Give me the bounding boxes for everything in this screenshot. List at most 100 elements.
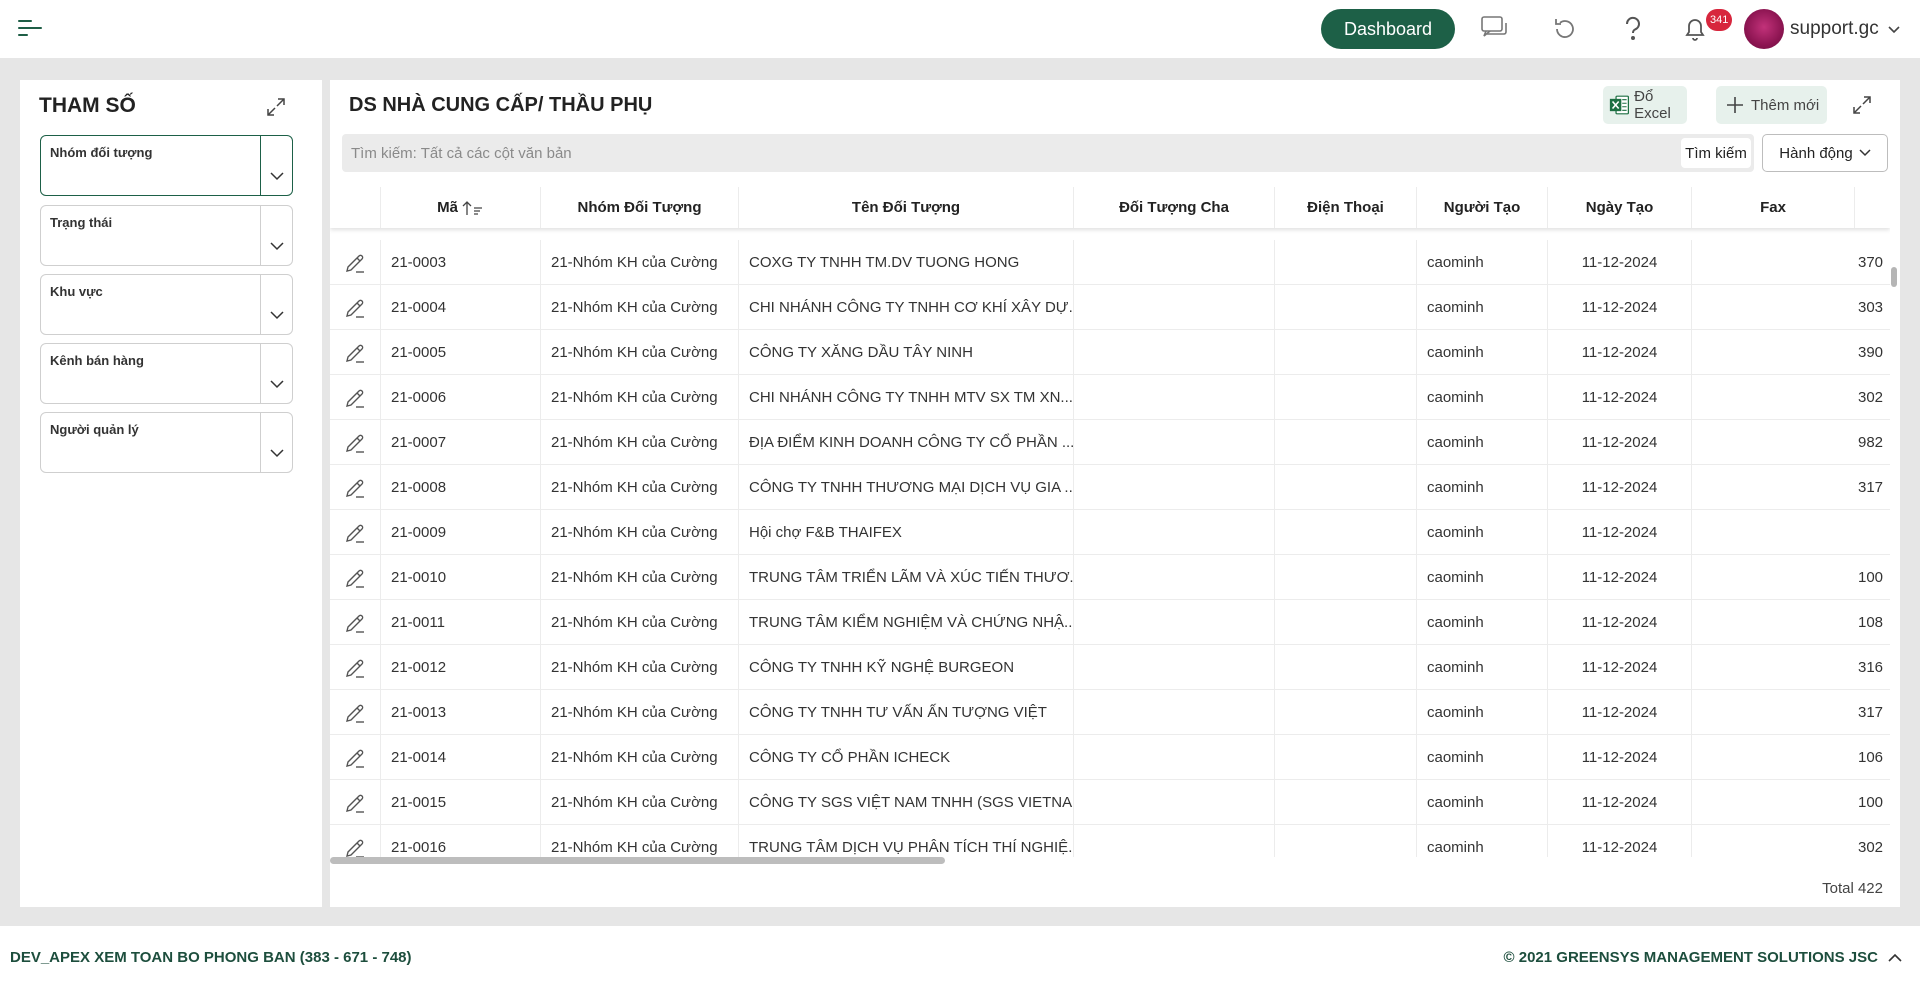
expand-icon[interactable] [265, 96, 287, 118]
cell-doi-tuong-cha [1074, 240, 1275, 285]
table-row[interactable]: 21-0008 21-Nhóm KH của Cường CÔNG TY TNHH … [330, 465, 1890, 510]
cell-fax: 302 [1858, 389, 1884, 406]
edit-icon[interactable] [330, 510, 381, 555]
hamburger-menu-icon[interactable] [18, 20, 42, 38]
edit-icon[interactable] [330, 780, 381, 825]
edit-icon[interactable] [330, 690, 381, 735]
cell-nhom-doi-tuong: 21-Nhóm KH của Cường [541, 330, 739, 375]
cell-dien-thoai [1275, 600, 1417, 645]
user-menu[interactable]: support.gc [1790, 18, 1900, 40]
edit-icon[interactable] [330, 600, 381, 645]
column-header-nguoi-tao[interactable]: Người Tạo [1417, 187, 1548, 228]
filter-kenh-ban-hang[interactable]: Kênh bán hàng [40, 343, 293, 404]
help-icon[interactable] [1618, 14, 1648, 44]
table-row[interactable]: 21-0005 21-Nhóm KH của Cường CÔNG TY XĂNG … [330, 330, 1890, 375]
edit-icon[interactable] [330, 465, 381, 510]
edit-icon[interactable] [330, 240, 381, 285]
column-header-fax[interactable]: Fax [1692, 187, 1855, 228]
export-excel-button[interactable]: Đổ Excel [1603, 86, 1687, 124]
avatar[interactable] [1744, 9, 1784, 49]
table-row[interactable]: 21-0006 21-Nhóm KH của Cường CHI NHÁNH CÔN… [330, 375, 1890, 420]
cell-doi-tuong-cha [1074, 780, 1275, 825]
column-header-doi-tuong-cha[interactable]: Đối Tượng Cha [1074, 187, 1275, 228]
vertical-scrollbar[interactable] [1891, 267, 1897, 287]
cell-fax [1692, 510, 1890, 555]
cell-doi-tuong-cha [1074, 375, 1275, 420]
edit-icon[interactable] [330, 825, 381, 857]
cell-fax: 317 [1858, 479, 1884, 496]
chevron-down-icon [269, 242, 284, 251]
edit-icon[interactable] [330, 555, 381, 600]
cell-nguoi-tao: caominh [1417, 825, 1548, 857]
table-row[interactable]: 21-0003 21-Nhóm KH của Cường COXG TY TNHH … [330, 240, 1890, 285]
actions-menu-button[interactable]: Hành động [1762, 134, 1888, 172]
cell-fax: 108 [1858, 614, 1884, 631]
table-row[interactable]: 21-0010 21-Nhóm KH của Cường TRUNG TÂM TRI… [330, 555, 1890, 600]
table-row[interactable]: 21-0016 21-Nhóm KH của Cường TRUNG TÂM DỊC… [330, 825, 1890, 857]
table-row[interactable]: 21-0015 21-Nhóm KH của Cường CÔNG TY SGS V… [330, 780, 1890, 825]
search-button[interactable]: Tìm kiếm [1681, 138, 1751, 168]
table-row[interactable]: 21-0007 21-Nhóm KH của Cường ĐỊA ĐIỂM KINH… [330, 420, 1890, 465]
cell-doi-tuong-cha [1074, 690, 1275, 735]
cell-ma: 21-0011 [381, 600, 541, 645]
chevron-down-icon [269, 311, 284, 320]
table-row[interactable]: 21-0014 21-Nhóm KH của Cường CÔNG TY CỔ PH… [330, 735, 1890, 780]
filter-khu-vuc[interactable]: Khu vực [40, 274, 293, 335]
cell-nguoi-tao: caominh [1417, 240, 1548, 285]
edit-icon[interactable] [330, 375, 381, 420]
dropdown-toggle[interactable] [260, 136, 292, 195]
dropdown-toggle[interactable] [260, 413, 292, 472]
cell-nguoi-tao: caominh [1417, 420, 1548, 465]
edit-icon[interactable] [330, 285, 381, 330]
horizontal-scrollbar[interactable] [330, 857, 945, 864]
dropdown-toggle[interactable] [260, 206, 292, 265]
scroll-to-top-icon[interactable] [1885, 948, 1905, 968]
cell-nguoi-tao: caominh [1417, 600, 1548, 645]
footer-copyright: © 2021 GREENSYS MANAGEMENT SOLUTIONS JSC [1503, 949, 1878, 966]
add-new-button[interactable]: Thêm mới [1716, 86, 1827, 124]
cell-ngay-tao: 11-12-2024 [1548, 330, 1692, 375]
cell-ngay-tao: 11-12-2024 [1548, 285, 1692, 330]
filter-nguoi-quan-ly[interactable]: Người quản lý [40, 412, 293, 473]
table-row[interactable]: 21-0011 21-Nhóm KH của Cường TRUNG TÂM KIỂ… [330, 600, 1890, 645]
cell-ma: 21-0010 [381, 555, 541, 600]
edit-icon[interactable] [330, 420, 381, 465]
cell-nguoi-tao: caominh [1417, 780, 1548, 825]
cell-ma: 21-0013 [381, 690, 541, 735]
cell-ma: 21-0014 [381, 735, 541, 780]
table-row[interactable]: 21-0013 21-Nhóm KH của Cường CÔNG TY TNHH … [330, 690, 1890, 735]
chat-icon[interactable] [1480, 14, 1510, 44]
dropdown-toggle[interactable] [260, 344, 292, 403]
cell-ngay-tao: 11-12-2024 [1548, 645, 1692, 690]
filter-trang-thai[interactable]: Trạng thái [40, 205, 293, 266]
filter-nhom-doi-tuong[interactable]: Nhóm đối tượng [40, 135, 293, 196]
cell-nguoi-tao: caominh [1417, 330, 1548, 375]
expand-icon[interactable] [1851, 94, 1873, 116]
search-input[interactable] [342, 134, 1662, 172]
cell-ma: 21-0005 [381, 330, 541, 375]
cell-dien-thoai [1275, 690, 1417, 735]
dropdown-toggle[interactable] [260, 275, 292, 334]
edit-icon[interactable] [330, 735, 381, 780]
cell-nguoi-tao: caominh [1417, 465, 1548, 510]
plus-icon [1727, 97, 1743, 113]
filter-label: Người quản lý [50, 422, 139, 437]
edit-icon[interactable] [330, 645, 381, 690]
table-row[interactable]: 21-0012 21-Nhóm KH của Cường CÔNG TY TNHH … [330, 645, 1890, 690]
edit-icon[interactable] [330, 330, 381, 375]
grid-body: 21-0003 21-Nhóm KH của Cường COXG TY TNHH … [330, 240, 1890, 857]
column-header-nhom-doi-tuong[interactable]: Nhóm Đối Tượng [541, 187, 739, 228]
cell-doi-tuong-cha [1074, 555, 1275, 600]
refresh-icon[interactable] [1550, 14, 1580, 44]
table-row[interactable]: 21-0004 21-Nhóm KH của Cường CHI NHÁNH CÔN… [330, 285, 1890, 330]
table-row[interactable]: 21-0009 21-Nhóm KH của Cường Hội chợ F&B T… [330, 510, 1890, 555]
column-header-ngay-tao[interactable]: Ngày Tạo [1548, 187, 1692, 228]
column-header-ma[interactable]: Mã [381, 187, 541, 228]
dashboard-button[interactable]: Dashboard [1321, 9, 1455, 49]
cell-nhom-doi-tuong: 21-Nhóm KH của Cường [541, 375, 739, 420]
cell-ngay-tao: 11-12-2024 [1548, 780, 1692, 825]
cell-nguoi-tao: caominh [1417, 735, 1548, 780]
column-header-dien-thoai[interactable]: Điện Thoại [1275, 187, 1417, 228]
column-header-ten-doi-tuong[interactable]: Tên Đối Tượng [739, 187, 1074, 228]
cell-ma: 21-0006 [381, 375, 541, 420]
